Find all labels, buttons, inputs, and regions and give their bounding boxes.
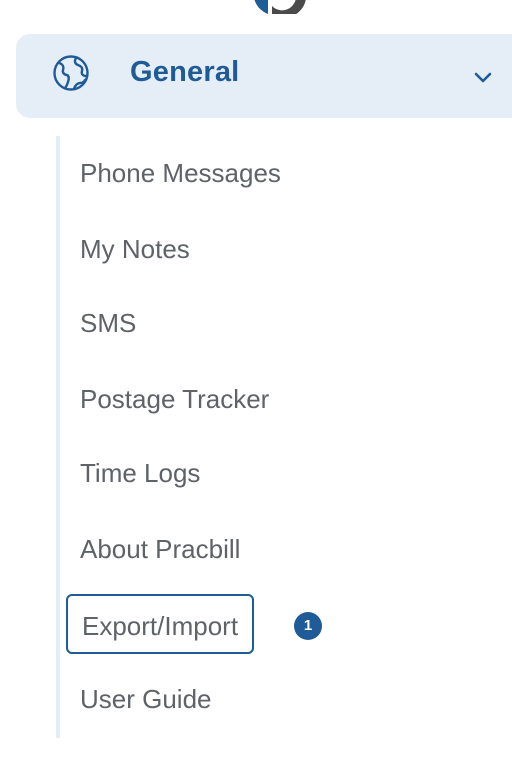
menu-item-export-import[interactable]: Export/Import: [66, 594, 255, 654]
menu-item-my-notes[interactable]: My Notes: [80, 234, 190, 265]
notification-badge: 1: [294, 612, 322, 640]
menu-item-sms[interactable]: SMS: [80, 308, 136, 339]
general-submenu: Phone Messages My Notes SMS Postage Trac…: [56, 136, 512, 738]
menu-item-about-pracbill[interactable]: About Pracbill: [80, 534, 240, 565]
menu-item-time-logs[interactable]: Time Logs: [80, 458, 200, 489]
globe-icon: [52, 54, 90, 92]
section-title: General: [130, 56, 240, 88]
menu-item-phone-messages[interactable]: Phone Messages: [80, 158, 281, 189]
menu-item-user-guide[interactable]: User Guide: [80, 684, 212, 715]
app-logo: [240, 0, 310, 14]
section-header-general[interactable]: General: [16, 34, 512, 118]
chevron-down-icon[interactable]: [474, 70, 492, 83]
menu-item-postage-tracker[interactable]: Postage Tracker: [80, 384, 269, 415]
